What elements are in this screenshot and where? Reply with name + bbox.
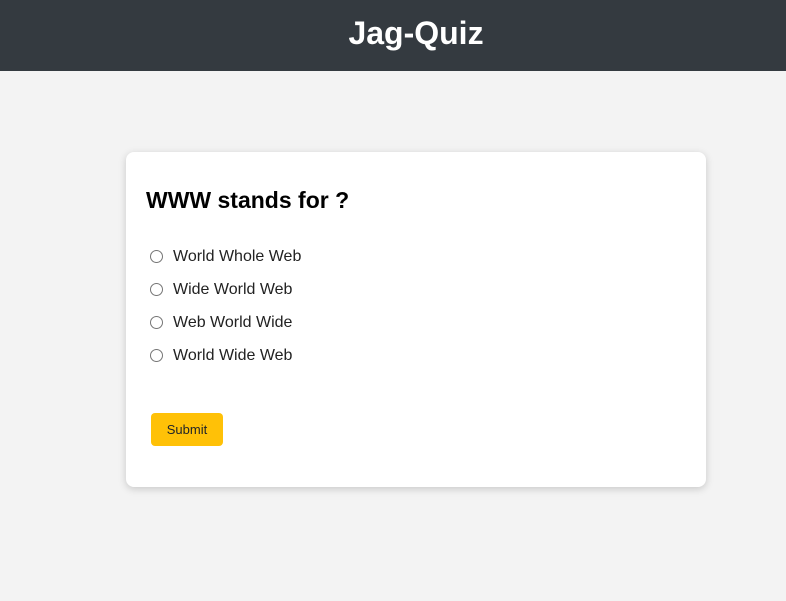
answer-option-4[interactable]: World Wide Web	[150, 339, 301, 372]
answer-option-label[interactable]: World Wide Web	[173, 346, 292, 366]
answer-option-2[interactable]: Wide World Web	[150, 273, 301, 306]
submit-button[interactable]: Submit	[151, 413, 223, 446]
app-header: Jag-Quiz	[0, 0, 786, 71]
radio-button-icon[interactable]	[150, 349, 163, 362]
radio-button-icon[interactable]	[150, 316, 163, 329]
quiz-card: WWW stands for ? World Whole Web Wide Wo…	[126, 152, 706, 487]
app-title: Jag-Quiz	[348, 15, 484, 51]
radio-button-icon[interactable]	[150, 283, 163, 296]
answer-option-3[interactable]: Web World Wide	[150, 306, 301, 339]
answer-option-label[interactable]: Wide World Web	[173, 280, 292, 300]
answer-option-label[interactable]: Web World Wide	[173, 313, 292, 333]
answer-options: World Whole Web Wide World Web Web World…	[150, 240, 301, 372]
question-title: WWW stands for ?	[146, 187, 350, 213]
answer-option-label[interactable]: World Whole Web	[173, 247, 301, 267]
answer-option-1[interactable]: World Whole Web	[150, 240, 301, 273]
radio-button-icon[interactable]	[150, 250, 163, 263]
